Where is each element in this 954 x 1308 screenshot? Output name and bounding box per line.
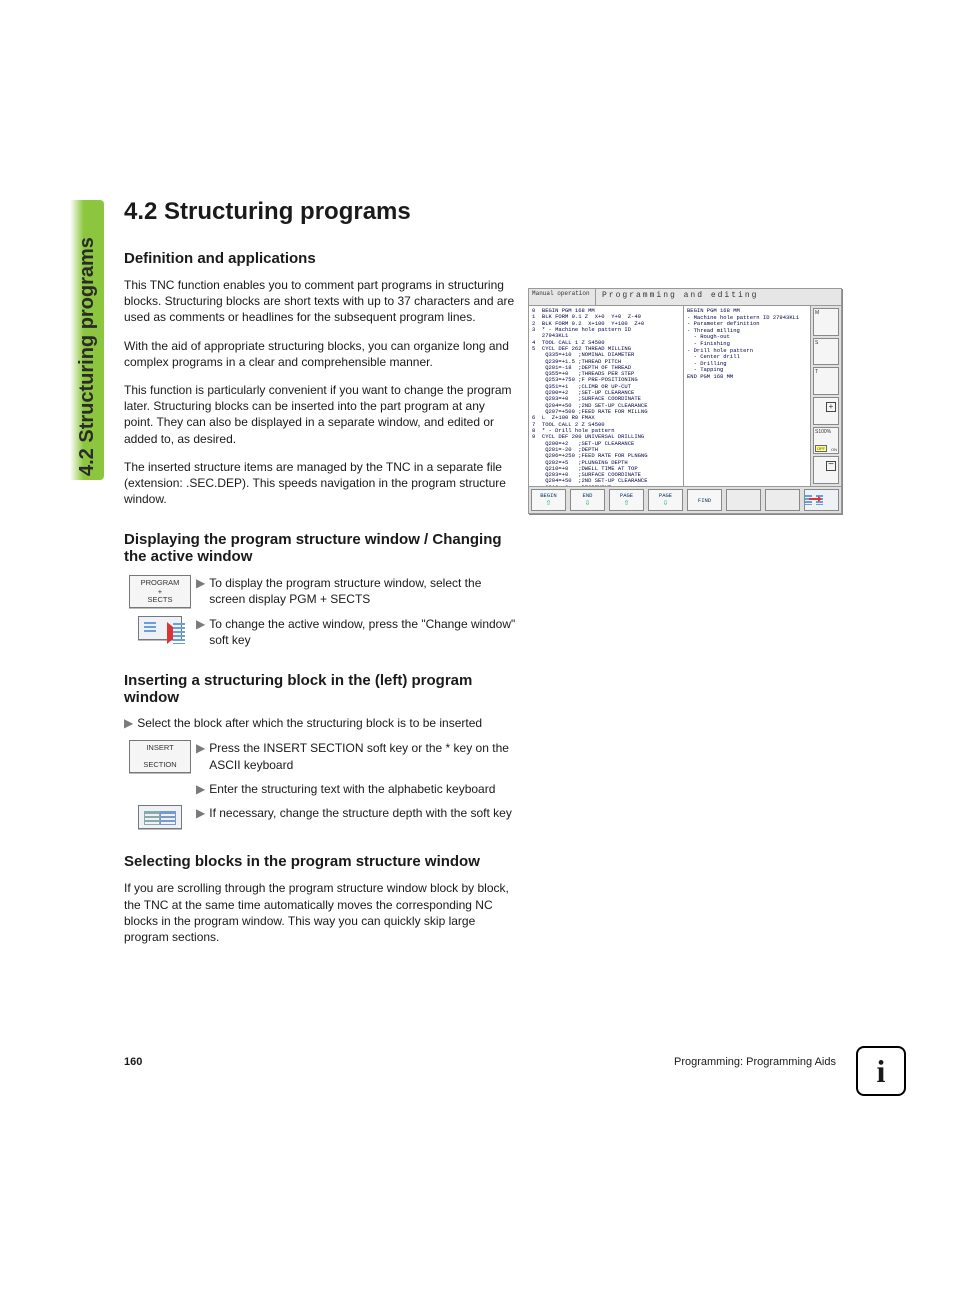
triangle-bullet-icon: ▶ xyxy=(124,716,133,730)
triangle-bullet-icon: ▶ xyxy=(196,575,205,607)
info-icon: i xyxy=(856,1046,906,1096)
para: With the aid of appropriate structuring … xyxy=(124,338,516,370)
para: This TNC function enables you to comment… xyxy=(124,277,516,326)
triangle-bullet-icon: ▶ xyxy=(196,805,205,821)
structure-pane: BEGIN PGM 168 MM - Machine hole pattern … xyxy=(683,306,810,486)
heading-selecting-blocks: Selecting blocks in the program structur… xyxy=(124,853,516,870)
bullet-text: To display the program structure window,… xyxy=(209,575,516,607)
softkey-begin: BEGIN⇧ xyxy=(531,489,566,511)
page-title: 4.2 Structuring programs xyxy=(124,198,844,226)
side-key: M xyxy=(813,308,839,336)
program-code-pane: 0 BEGIN PGM 168 MM 1 BLK FORM 0.1 Z X+0 … xyxy=(529,306,683,486)
sidebar-section-label: 4.2 Structuring programs xyxy=(76,237,99,476)
triangle-bullet-icon: ▶ xyxy=(196,781,205,797)
side-key-plus: + xyxy=(813,397,839,425)
side-key-override: S100% OFF ON xyxy=(813,427,839,455)
structure-depth-icon xyxy=(138,805,182,829)
para: The inserted structure items are managed… xyxy=(124,459,516,508)
side-key-minus: − xyxy=(813,456,839,484)
mode-label: Manual operation xyxy=(529,289,596,305)
bullet-text: If necessary, change the structure depth… xyxy=(209,805,512,821)
heading-display-window: Displaying the program structure window … xyxy=(124,531,516,565)
para: If you are scrolling through the program… xyxy=(124,880,516,945)
softkey-change-window-icon xyxy=(804,489,839,511)
softkey-empty xyxy=(765,489,800,511)
softkey-find: FIND xyxy=(687,489,722,511)
triangle-bullet-icon: ▶ xyxy=(196,616,205,648)
heading-definition: Definition and applications xyxy=(124,250,516,267)
heading-inserting-block: Inserting a structuring block in the (le… xyxy=(124,672,516,706)
tnc-screenshot: Manual operation Programming and editing… xyxy=(528,288,842,514)
bullet-text: Enter the structuring text with the alph… xyxy=(209,781,495,797)
softkey-insert-section: INSERT SECTION xyxy=(129,740,191,773)
screen-title: Programming and editing xyxy=(596,289,841,305)
side-key: T xyxy=(813,367,839,395)
bullet-text: To change the active window, press the "… xyxy=(209,616,516,648)
page-number: 160 xyxy=(124,1056,142,1068)
side-key: S xyxy=(813,338,839,366)
bullet-text: Select the block after which the structu… xyxy=(137,716,482,730)
bullet-text: Press the INSERT SECTION soft key or the… xyxy=(209,740,516,772)
triangle-bullet-icon: ▶ xyxy=(196,740,205,772)
softkey-end: END⇩ xyxy=(570,489,605,511)
softkey-empty xyxy=(726,489,761,511)
footer-chapter: Programming: Programming Aids xyxy=(674,1056,836,1068)
softkey-page-down: PAGE⇩ xyxy=(648,489,683,511)
para: This function is particularly convenient… xyxy=(124,382,516,447)
softkey-program-sects: PROGRAM + SECTS xyxy=(129,575,191,608)
side-key-column: M S T + S100% OFF ON − xyxy=(810,306,841,486)
change-window-icon xyxy=(138,616,182,640)
softkey-page-up: PAGE⇧ xyxy=(609,489,644,511)
